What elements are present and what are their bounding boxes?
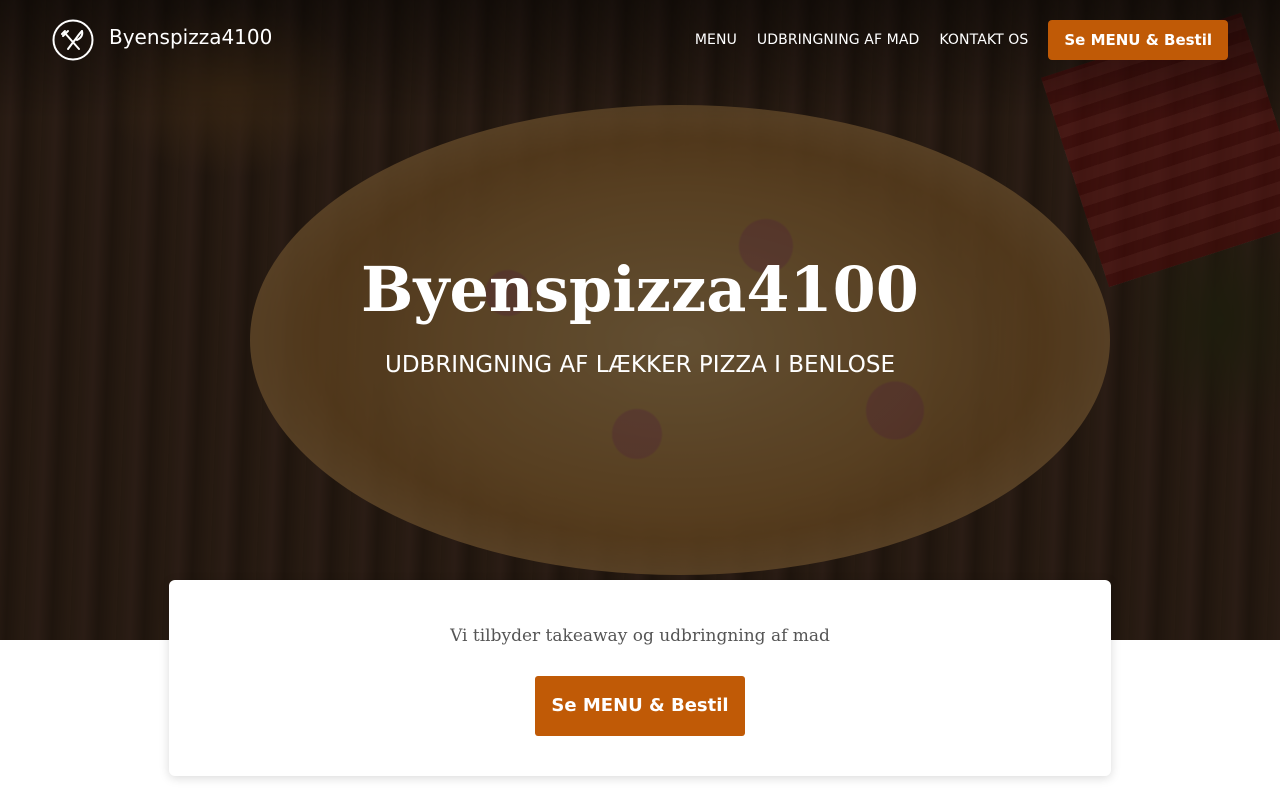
intro-text: Vi tilbyder takeaway og udbringning af m… [450,626,830,646]
hero-title: Byenspizza4100 [361,253,919,326]
brand-link[interactable]: Byenspizza4100 [52,19,272,61]
fork-knife-crossed-icon [52,19,94,61]
nav-item-menu[interactable]: MENU [695,32,737,48]
brand-name: Byenspizza4100 [109,25,273,49]
nav-item-delivery[interactable]: UDBRINGNING AF MAD [757,32,920,48]
nav-item-contact[interactable]: KONTAKT OS [939,32,1028,48]
hero-section: Byenspizza4100 UDBRINGNING AF LÆKKER PIZ… [0,0,1280,640]
card-order-button[interactable]: Se MENU & Bestil [535,676,745,736]
intro-card: Vi tilbyder takeaway og udbringning af m… [169,580,1111,776]
top-navigation: Byenspizza4100 MENU UDBRINGNING AF MAD K… [0,0,1280,80]
nav-links: MENU UDBRINGNING AF MAD KONTAKT OS Se ME… [675,20,1228,60]
hero-subtitle: UDBRINGNING AF LÆKKER PIZZA I BENLOSE [385,352,895,378]
header-order-button[interactable]: Se MENU & Bestil [1048,20,1228,60]
